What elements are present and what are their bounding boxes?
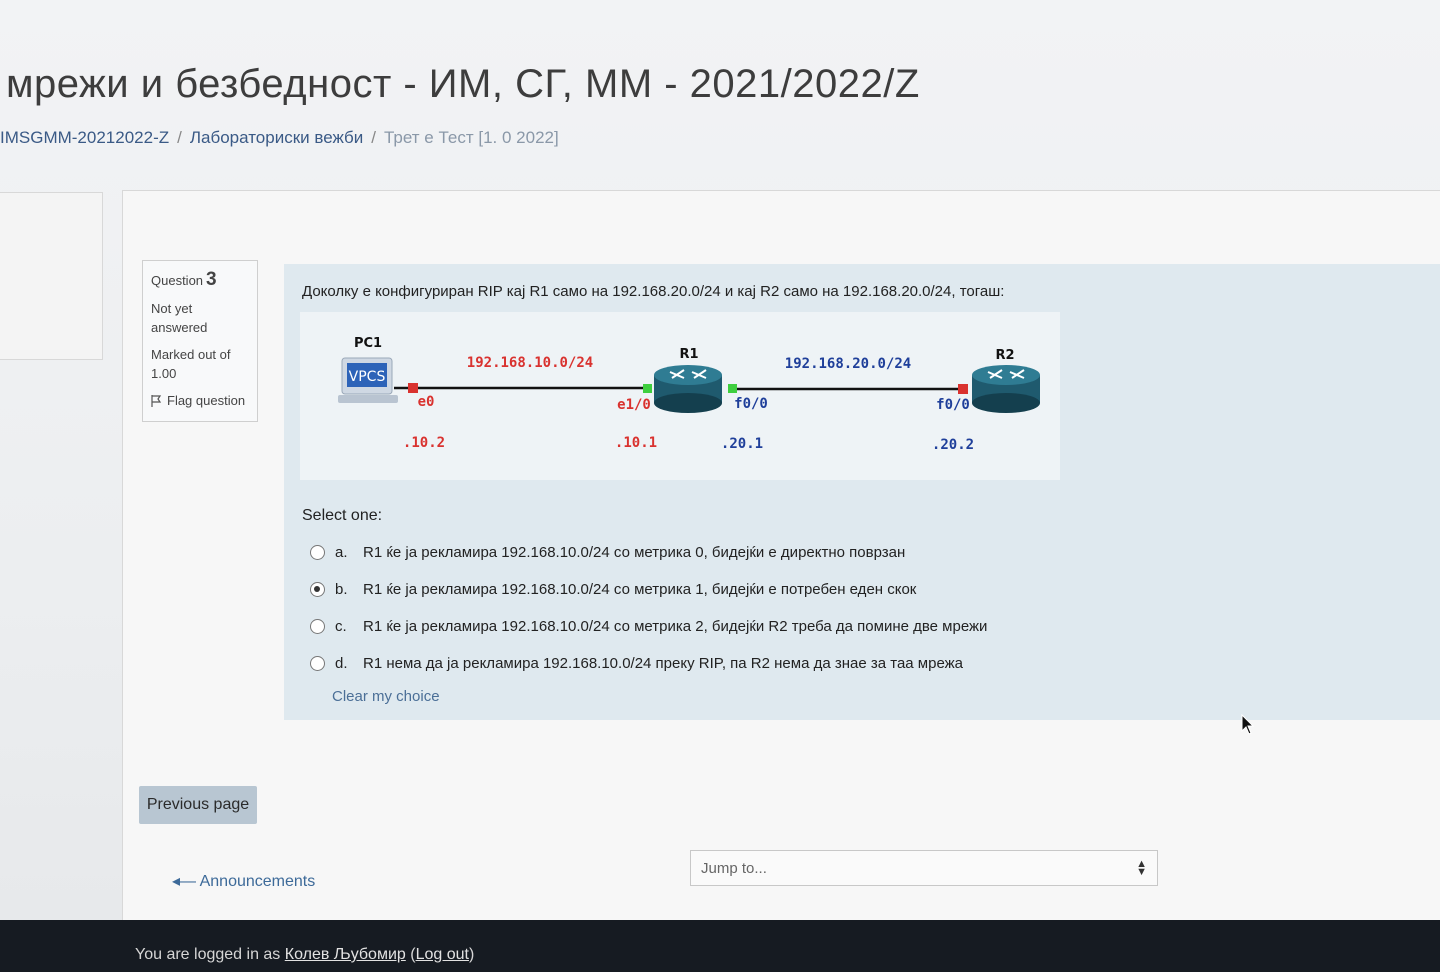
network-diagram: VPCS PC1 R1 R2 192.168.10.0/24 192.168.2… xyxy=(300,312,1060,480)
user-profile-link[interactable]: Колев Љубомир xyxy=(285,946,406,963)
breadcrumb-course[interactable]: IMSGMM-20212022-Z xyxy=(0,128,169,147)
breadcrumb: IMSGMM-20212022-Z / Лабораториски вежби / Тр… xyxy=(0,128,559,148)
answer-option-d[interactable]: d. R1 нема да ја рекламира 192.168.10.0/… xyxy=(310,645,987,682)
r2-router-icon xyxy=(972,365,1040,413)
breadcrumb-separator: / xyxy=(177,128,182,147)
option-letter: b. xyxy=(335,581,348,598)
option-text: R1 нема да ја рекламира 192.168.10.0/24 … xyxy=(363,655,964,672)
arrow-left-icon: ◂— xyxy=(172,873,197,890)
breadcrumb-quiz[interactable]: Трет е Тест [1. 0 2022] xyxy=(384,128,559,147)
port-f0-0-r2 xyxy=(958,384,968,394)
question-info-box: Question 3 Not yet answered Marked out of… xyxy=(142,260,258,422)
radio-b[interactable] xyxy=(310,582,325,597)
footer: You are logged in as Колев Љубомир (Log … xyxy=(0,920,1440,972)
previous-page-button[interactable]: Previous page xyxy=(139,786,257,824)
if-r1-e1-0: e1/0 xyxy=(617,397,651,413)
r1-label: R1 xyxy=(679,347,698,362)
question-text: Доколку е конфигуриран RIP кај R1 само н… xyxy=(302,283,1005,300)
radio-d[interactable] xyxy=(310,656,325,671)
option-text: R1 ќе ја рекламира 192.168.10.0/24 со ме… xyxy=(363,618,988,635)
network-2-label: 192.168.20.0/24 xyxy=(785,356,911,372)
question-status: Not yet answered xyxy=(151,301,208,335)
pc1-label: PC1 xyxy=(354,336,382,351)
answer-options: a. R1 ќе ја рекламира 192.168.10.0/24 со… xyxy=(310,534,987,682)
answer-option-a[interactable]: a. R1 ќе ја рекламира 192.168.10.0/24 со… xyxy=(310,534,987,571)
answer-option-b[interactable]: b. R1 ќе ја рекламира 192.168.10.0/24 со… xyxy=(310,571,987,608)
clear-choice-link[interactable]: Clear my choice xyxy=(332,688,440,705)
jump-to-placeholder: Jump to... xyxy=(701,859,767,877)
flag-icon xyxy=(151,394,162,407)
left-side-block xyxy=(0,192,103,360)
select-one-label: Select one: xyxy=(302,507,383,524)
option-text: R1 ќе ја рекламира 192.168.10.0/24 со ме… xyxy=(363,544,906,561)
option-letter: d. xyxy=(335,655,348,672)
announcements-label: Announcements xyxy=(199,873,316,890)
login-info: You are logged in as Колев Љубомир (Log … xyxy=(135,946,475,963)
ip-r1-left: .10.1 xyxy=(615,435,657,451)
radio-c[interactable] xyxy=(310,619,325,634)
breadcrumb-separator: / xyxy=(371,128,376,147)
ip-r2: .20.2 xyxy=(932,437,974,453)
option-letter: a. xyxy=(335,544,348,561)
port-f0-0-r1 xyxy=(728,384,737,393)
breadcrumb-section[interactable]: Лабораториски вежби xyxy=(190,128,363,147)
question-number: Question 3 xyxy=(151,269,217,290)
logout-link[interactable]: Log out xyxy=(416,946,469,963)
jump-to-select[interactable]: Jump to... ▲ ▼ xyxy=(690,850,1158,886)
option-text: R1 ќе ја рекламира 192.168.10.0/24 со ме… xyxy=(363,581,917,598)
flag-question-label: Flag question xyxy=(167,393,246,408)
mouse-cursor-icon xyxy=(1241,714,1255,735)
option-letter: c. xyxy=(335,618,347,635)
if-r2-f0-0: f0/0 xyxy=(936,397,970,413)
port-e1-0 xyxy=(643,384,652,393)
if-r1-f0-0: f0/0 xyxy=(734,396,768,412)
if-pc-e0: e0 xyxy=(418,394,435,410)
select-arrows-icon: ▲ ▼ xyxy=(1136,858,1147,878)
radio-a[interactable] xyxy=(310,545,325,560)
page-title: мрежи и безбедност - ИМ, СГ, ММ - 2021/2… xyxy=(6,62,920,106)
answer-option-c[interactable]: c. R1 ќе ја рекламира 192.168.10.0/24 со… xyxy=(310,608,987,645)
flag-question-button[interactable]: Flag question xyxy=(151,393,249,408)
r1-router-icon xyxy=(654,365,722,413)
r2-label: R2 xyxy=(995,348,1014,363)
network-1-label: 192.168.10.0/24 xyxy=(467,355,593,371)
announcements-link[interactable]: ◂— Announcements xyxy=(172,871,315,891)
pc1-badge: VPCS xyxy=(349,369,386,385)
ip-r1-right: .20.1 xyxy=(721,436,763,452)
question-marks: Marked out of 1.00 xyxy=(151,347,231,381)
ip-pc1: .10.2 xyxy=(403,435,445,451)
port-e0 xyxy=(408,383,418,393)
